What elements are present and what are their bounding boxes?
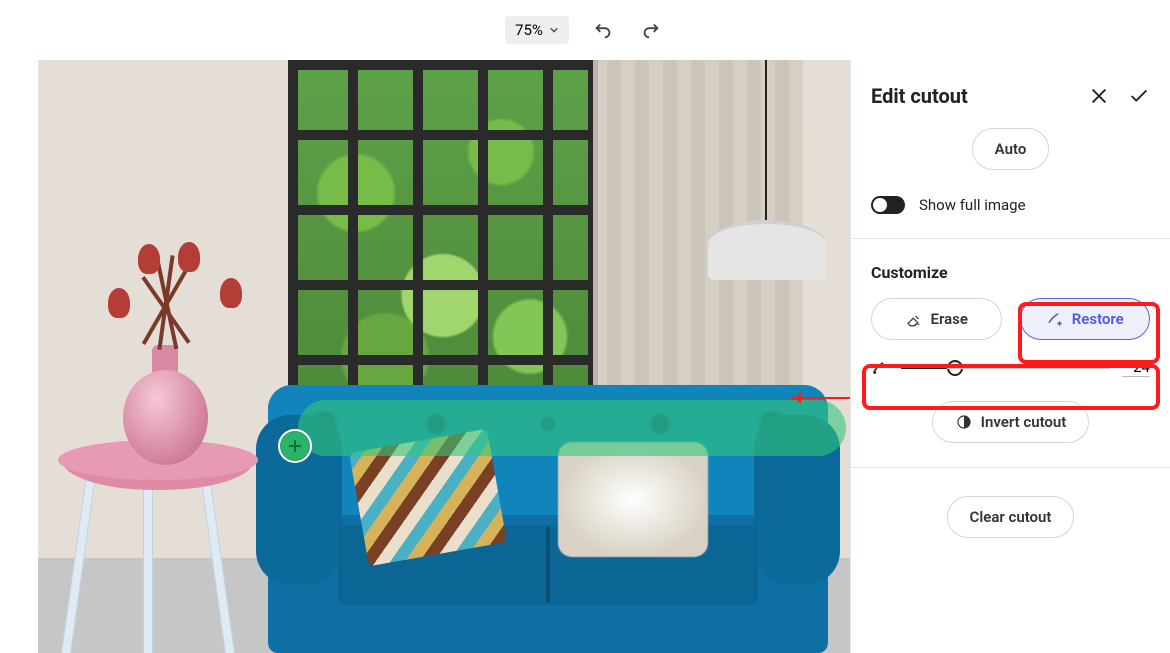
canvas[interactable] — [38, 60, 850, 653]
sofa-seat-gap — [546, 527, 550, 603]
flower-bloom — [220, 278, 242, 308]
confirm-icon[interactable] — [1128, 85, 1150, 107]
annotation-arrow — [790, 397, 850, 399]
lamp-cord — [765, 60, 767, 235]
restore-button[interactable]: Restore — [1020, 298, 1151, 340]
clear-button[interactable]: Clear cutout — [947, 496, 1075, 538]
show-full-toggle[interactable] — [871, 196, 905, 214]
flower-bloom — [108, 288, 130, 318]
clear-label: Clear cutout — [970, 508, 1052, 526]
zoom-value: 75% — [515, 21, 543, 39]
topbar: 75% — [0, 0, 1170, 60]
brush-size-row: 24 — [871, 356, 1150, 381]
restore-icon — [1046, 310, 1064, 328]
erase-icon — [905, 310, 923, 328]
invert-button[interactable]: Invert cutout — [932, 401, 1090, 443]
auto-button[interactable]: Auto — [972, 128, 1050, 170]
tool-row: Erase Restore — [871, 298, 1150, 340]
right-panel: Edit cutout Auto Show full image Customi… — [850, 60, 1170, 653]
flower-bloom — [178, 242, 200, 272]
divider — [851, 238, 1170, 239]
undo-button[interactable] — [589, 16, 617, 44]
brush-size-value[interactable]: 24 — [1122, 358, 1150, 377]
brush-size-slider[interactable] — [901, 367, 1110, 369]
auto-label: Auto — [995, 140, 1027, 158]
pillow-fur — [558, 442, 708, 557]
undo-icon — [592, 19, 614, 41]
invert-label: Invert cutout — [981, 413, 1067, 431]
erase-label: Erase — [931, 310, 968, 328]
erase-button[interactable]: Erase — [871, 298, 1002, 340]
customize-header: Customize — [871, 263, 1150, 282]
redo-button[interactable] — [637, 16, 665, 44]
chevron-down-icon — [549, 25, 559, 35]
restore-label: Restore — [1072, 310, 1124, 328]
vase — [123, 370, 208, 465]
panel-title: Edit cutout — [871, 84, 968, 108]
show-full-label: Show full image — [919, 196, 1026, 214]
lamp-shade — [708, 220, 826, 280]
zoom-select[interactable]: 75% — [505, 16, 569, 44]
slider-thumb[interactable] — [947, 360, 963, 376]
restore-stroke — [298, 400, 846, 456]
divider — [851, 467, 1170, 468]
invert-icon — [955, 413, 973, 431]
toggle-knob — [873, 198, 887, 212]
redo-icon — [640, 19, 662, 41]
panel-header: Edit cutout — [871, 84, 1150, 108]
flower-bloom — [138, 244, 160, 274]
brush-cursor — [278, 429, 312, 463]
table-leg — [143, 478, 153, 653]
brush-icon — [871, 359, 889, 377]
close-icon[interactable] — [1088, 85, 1110, 107]
